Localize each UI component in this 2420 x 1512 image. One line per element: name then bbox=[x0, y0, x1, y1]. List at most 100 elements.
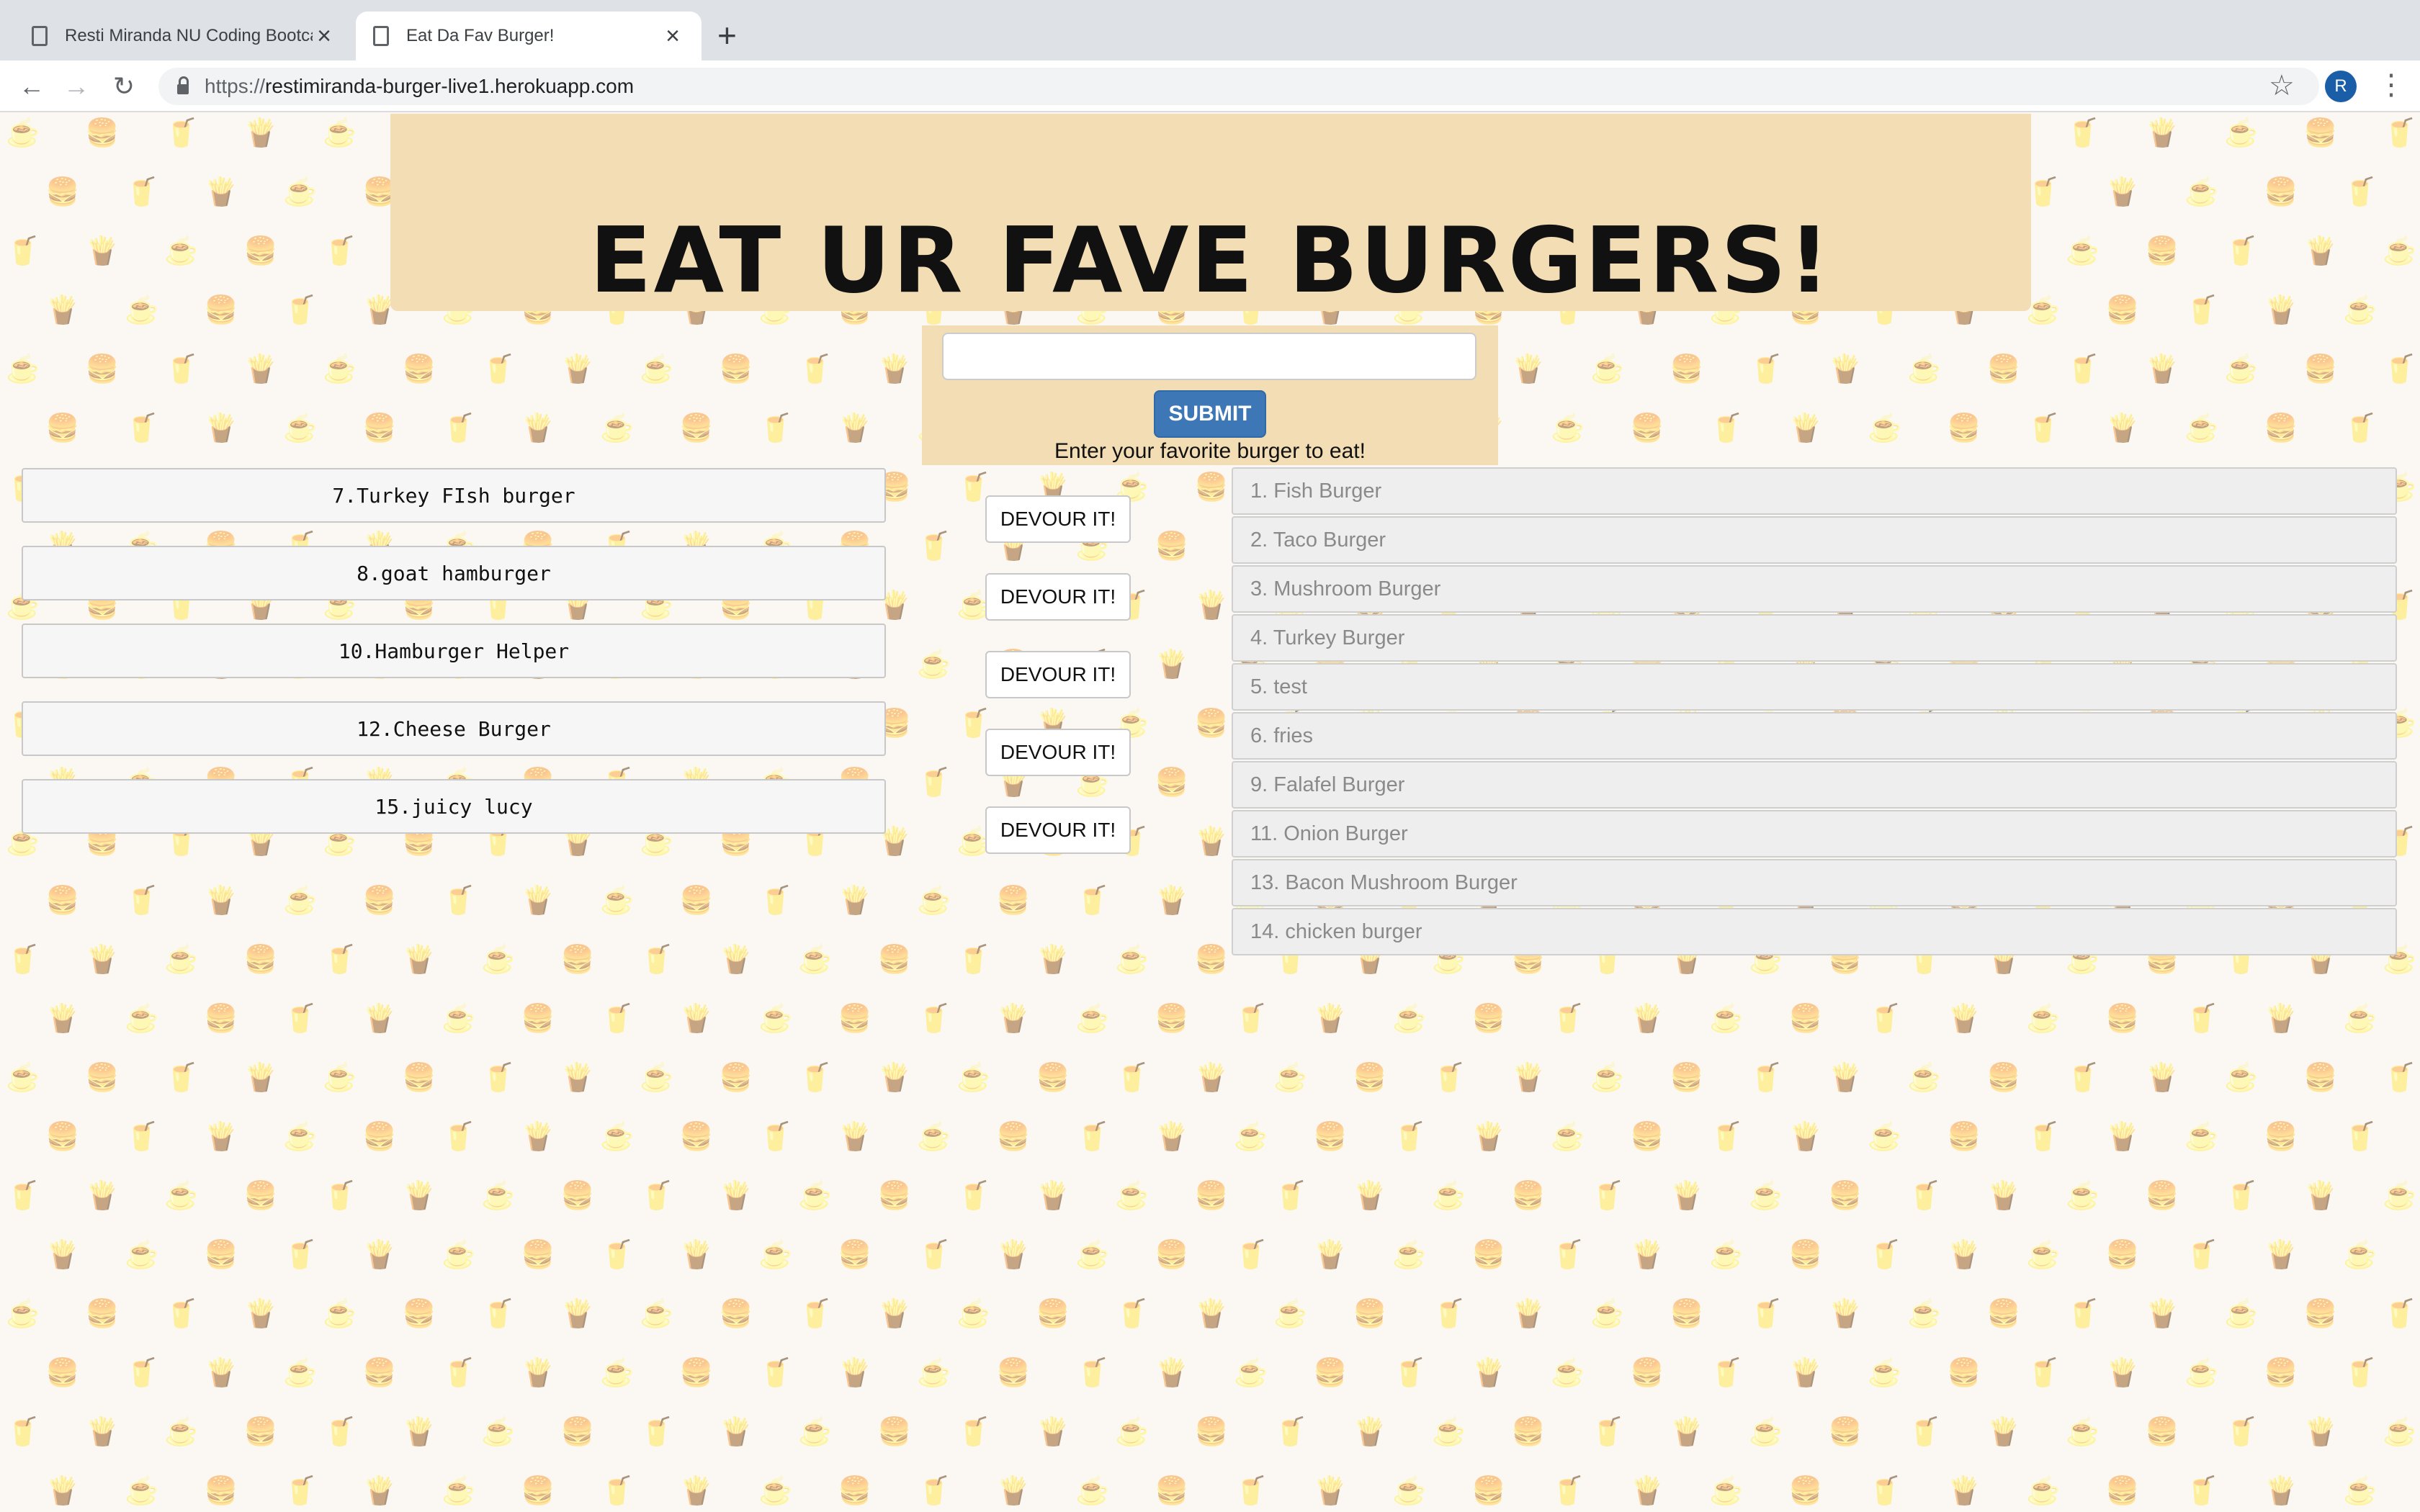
burger-name-input[interactable] bbox=[942, 333, 1476, 380]
soda-cup-icon: 🥤 bbox=[164, 1063, 199, 1093]
document-icon bbox=[373, 26, 389, 46]
soda-cup-icon: 🥤 bbox=[283, 1476, 318, 1506]
burger-form: SUBMIT Enter your favorite burger to eat… bbox=[922, 325, 1498, 465]
soda-cup-icon: 🥤 bbox=[2026, 177, 2061, 207]
header-banner: EAT UR FAVE BURGERS! bbox=[390, 114, 2031, 313]
fries-icon: 🍟 bbox=[2145, 118, 2179, 148]
fries-icon: 🍟 bbox=[2145, 354, 2179, 384]
coffee-cup-icon: ☕ bbox=[2224, 1299, 2259, 1329]
soda-cup-icon: 🥤 bbox=[1709, 413, 1744, 444]
document-icon bbox=[32, 26, 48, 46]
fries-icon: 🍟 bbox=[1788, 1358, 1823, 1388]
coffee-cup-icon: ☕ bbox=[956, 1063, 991, 1093]
browser-tab[interactable]: Resti Miranda NU Coding Bootcamp × bbox=[14, 12, 353, 60]
coffee-cup-icon: ☕ bbox=[917, 649, 951, 680]
burger-icon: 🍔 bbox=[2264, 1122, 2298, 1152]
soda-cup-icon: 🥤 bbox=[2026, 1358, 2061, 1388]
burger-icon: 🍔 bbox=[402, 1299, 436, 1329]
soda-cup-icon: 🥤 bbox=[1234, 1004, 1268, 1034]
browser-tab-active[interactable]: Eat Da Fav Burger! × bbox=[356, 12, 702, 60]
bookmark-star-icon[interactable]: ☆ bbox=[2269, 69, 2295, 102]
burger-icon: 🍔 bbox=[521, 1240, 555, 1270]
burger-icon: 🍔 bbox=[1471, 1004, 1506, 1034]
devour-button[interactable]: DEVOUR IT! bbox=[985, 495, 1131, 543]
devour-button[interactable]: DEVOUR IT! bbox=[985, 651, 1131, 698]
coffee-cup-icon: ☕ bbox=[1590, 354, 1625, 384]
fries-icon: 🍟 bbox=[996, 1240, 1031, 1270]
fries-icon: 🍟 bbox=[1511, 354, 1546, 384]
burger-icon: 🍔 bbox=[1986, 1063, 2021, 1093]
soda-cup-icon: 🥤 bbox=[917, 1004, 951, 1034]
burger-icon: 🍔 bbox=[2264, 1358, 2298, 1388]
soda-cup-icon: 🥤 bbox=[2383, 1063, 2417, 1093]
fries-icon: 🍟 bbox=[521, 1122, 555, 1152]
burger-icon: 🍔 bbox=[362, 413, 397, 444]
coffee-cup-icon: ☕ bbox=[1115, 945, 1150, 975]
soda-cup-icon: 🥤 bbox=[442, 413, 476, 444]
coffee-cup-icon: ☕ bbox=[283, 1358, 318, 1388]
burger-icon: 🍔 bbox=[1828, 1181, 1863, 1211]
coffee-cup-icon: ☕ bbox=[1234, 1358, 1268, 1388]
profile-avatar[interactable]: R bbox=[2325, 71, 2357, 102]
soda-cup-icon: 🥤 bbox=[2184, 1476, 2219, 1506]
fries-icon: 🍟 bbox=[1353, 1417, 1387, 1447]
close-icon[interactable]: × bbox=[313, 24, 336, 48]
coffee-cup-icon: ☕ bbox=[1432, 1417, 1466, 1447]
fries-icon: 🍟 bbox=[679, 1240, 714, 1270]
burger-icon: 🍔 bbox=[362, 886, 397, 916]
soda-cup-icon: 🥤 bbox=[1590, 1417, 1625, 1447]
soda-cup-icon: 🥤 bbox=[758, 1122, 793, 1152]
burger-icon: 🍔 bbox=[521, 1476, 555, 1506]
soda-cup-icon: 🥤 bbox=[2026, 1122, 2061, 1152]
new-tab-icon[interactable]: + bbox=[717, 19, 737, 52]
devour-button[interactable]: DEVOUR IT! bbox=[985, 806, 1131, 854]
soda-cup-icon: 🥤 bbox=[1868, 1240, 1902, 1270]
fries-icon: 🍟 bbox=[1670, 1417, 1704, 1447]
coffee-cup-icon: ☕ bbox=[640, 1063, 674, 1093]
coffee-cup-icon: ☕ bbox=[1709, 1476, 1744, 1506]
fries-icon: 🍟 bbox=[1947, 1240, 1981, 1270]
devour-button[interactable]: DEVOUR IT! bbox=[985, 573, 1131, 621]
coffee-cup-icon: ☕ bbox=[283, 886, 318, 916]
submit-button[interactable]: SUBMIT bbox=[1154, 390, 1266, 438]
burger-icon: 🍔 bbox=[1471, 1240, 1506, 1270]
soda-cup-icon: 🥤 bbox=[164, 354, 199, 384]
soda-cup-icon: 🥤 bbox=[2066, 118, 2100, 148]
fries-icon: 🍟 bbox=[2105, 1122, 2140, 1152]
coffee-cup-icon: ☕ bbox=[917, 1358, 951, 1388]
burger-icon: 🍔 bbox=[679, 1122, 714, 1152]
soda-cup-icon: 🥤 bbox=[2224, 1417, 2259, 1447]
fries-icon: 🍟 bbox=[1788, 413, 1823, 444]
soda-cup-icon: 🥤 bbox=[481, 354, 516, 384]
coffee-cup-icon: ☕ bbox=[2184, 413, 2219, 444]
devour-button[interactable]: DEVOUR IT! bbox=[985, 729, 1131, 776]
coffee-cup-icon: ☕ bbox=[1234, 1122, 1268, 1152]
soda-cup-icon: 🥤 bbox=[323, 945, 357, 975]
soda-cup-icon: 🥤 bbox=[2066, 1299, 2100, 1329]
url-host: restimiranda-burger-live1.herokuapp.com bbox=[265, 75, 635, 97]
soda-cup-icon: 🥤 bbox=[283, 1004, 318, 1034]
soda-cup-icon: 🥤 bbox=[323, 236, 357, 266]
soda-cup-icon: 🥤 bbox=[6, 1181, 40, 1211]
reload-icon[interactable]: ↻ bbox=[108, 71, 140, 102]
coffee-cup-icon: ☕ bbox=[323, 118, 357, 148]
close-icon[interactable]: × bbox=[661, 24, 684, 48]
menu-icon[interactable]: ⋮ bbox=[2377, 69, 2406, 101]
soda-cup-icon: 🥤 bbox=[1749, 1299, 1783, 1329]
fries-icon: 🍟 bbox=[2264, 295, 2298, 325]
fries-icon: 🍟 bbox=[45, 1240, 80, 1270]
coffee-cup-icon: ☕ bbox=[2026, 1004, 2061, 1034]
address-bar[interactable]: https://restimiranda-burger-live1.heroku… bbox=[158, 68, 2319, 105]
coffee-cup-icon: ☕ bbox=[323, 354, 357, 384]
coffee-cup-icon: ☕ bbox=[442, 1476, 476, 1506]
burger-icon: 🍔 bbox=[719, 1299, 753, 1329]
coffee-cup-icon: ☕ bbox=[600, 1122, 635, 1152]
coffee-cup-icon: ☕ bbox=[125, 295, 159, 325]
forward-arrow-icon[interactable]: → bbox=[60, 71, 92, 102]
fries-icon: 🍟 bbox=[2303, 1181, 2338, 1211]
back-arrow-icon[interactable]: ← bbox=[16, 71, 48, 102]
coffee-cup-icon: ☕ bbox=[2224, 118, 2259, 148]
burger-icon: 🍔 bbox=[243, 945, 278, 975]
coffee-cup-icon: ☕ bbox=[1273, 1299, 1308, 1329]
burger-icon: 🍔 bbox=[838, 1476, 872, 1506]
